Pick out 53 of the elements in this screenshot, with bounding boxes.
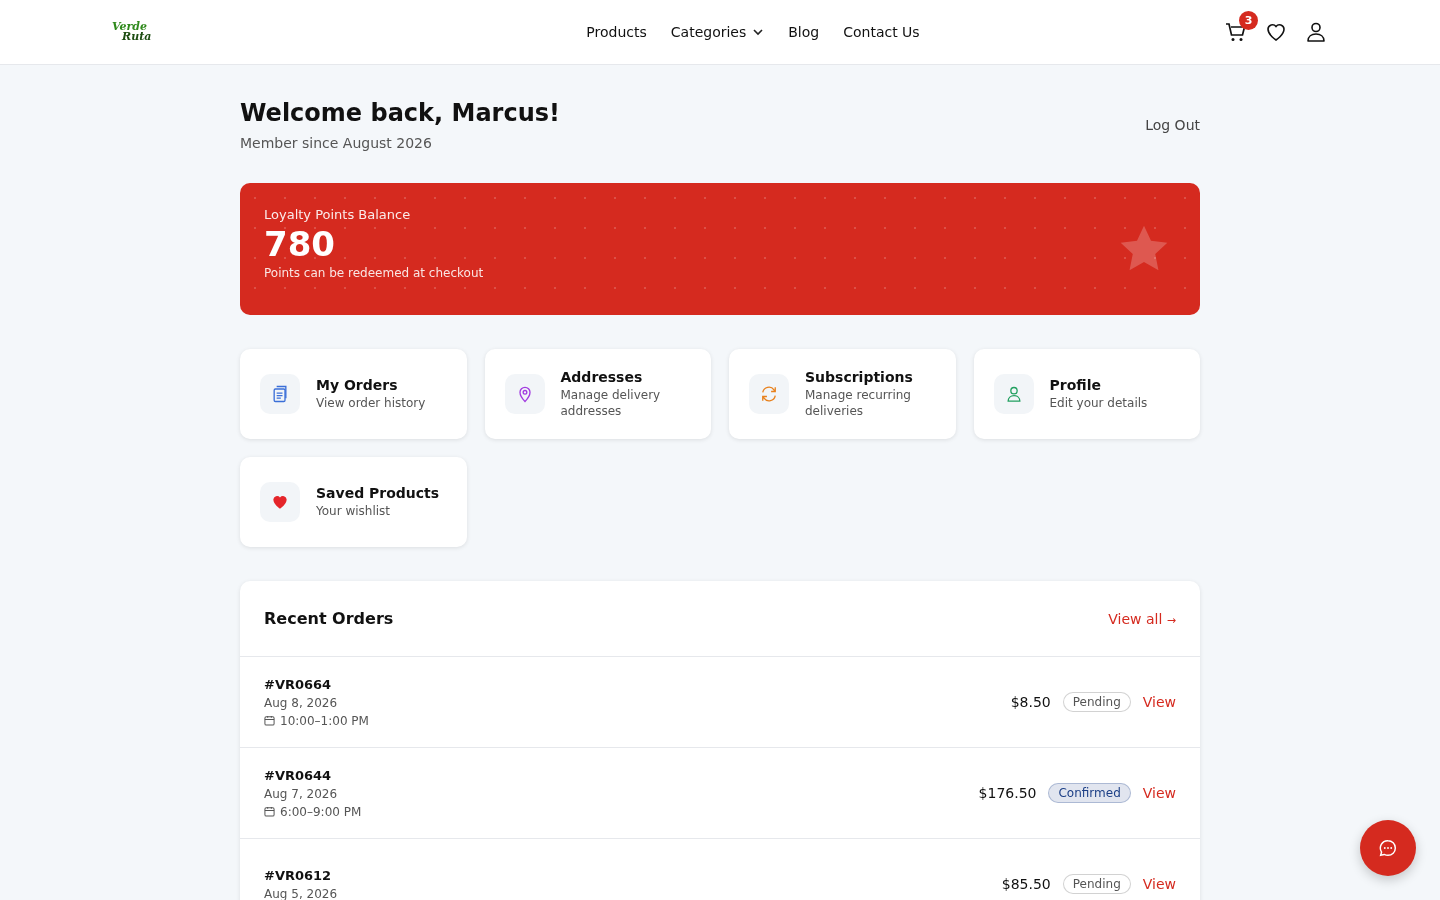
- order-total: $85.50: [1001, 876, 1051, 892]
- recent-orders-heading: Recent Orders: [264, 609, 394, 628]
- chat-bubble-icon: [1377, 837, 1399, 859]
- card-subtitle: Manage recurring deliveries: [805, 387, 912, 419]
- card-subtitle: Edit your details: [1049, 395, 1148, 411]
- view-all-link[interactable]: View all →: [1108, 610, 1176, 627]
- account-card[interactable]: Subscriptions Manage recurring deliveries: [729, 349, 956, 439]
- welcome-heading: Welcome back, Marcus!: [240, 99, 560, 127]
- nav-link[interactable]: Products: [586, 24, 647, 40]
- order-total: $8.50: [1010, 694, 1051, 710]
- card-title: Profile: [1049, 377, 1102, 393]
- status-badge: Pending: [1062, 692, 1131, 712]
- nav-link[interactable]: Blog: [788, 24, 820, 40]
- logout-link[interactable]: Log Out: [1145, 117, 1200, 133]
- calendar-icon: [264, 715, 275, 726]
- logo[interactable]: Verde Ruta: [112, 22, 162, 42]
- order-number: #VR0644: [264, 767, 333, 783]
- calendar-icon: [264, 806, 275, 817]
- loyalty-label: Loyalty Points Balance: [264, 207, 412, 222]
- view-order-link[interactable]: View: [1142, 876, 1176, 892]
- card-subtitle: View order history: [316, 395, 426, 411]
- account-card[interactable]: Saved Products Your wishlist: [240, 457, 467, 547]
- order-number: #VR0612: [264, 867, 333, 883]
- user-icon[interactable]: [1304, 20, 1328, 44]
- card-title: My Orders: [316, 377, 399, 393]
- nav-link[interactable]: Categories: [670, 24, 765, 40]
- account-card[interactable]: Profile Edit your details: [973, 349, 1200, 439]
- delivery-time: 6:00–9:00 PM: [280, 804, 362, 819]
- delivery-time: 10:00–1:00 PM: [280, 713, 369, 728]
- cart-count-badge: 3: [1239, 11, 1258, 30]
- order-date: Aug 5, 2026: [264, 886, 338, 900]
- view-order-link[interactable]: View: [1142, 694, 1176, 710]
- card-title: Saved Products: [316, 485, 440, 501]
- member-since-text: Member since August 2026: [240, 135, 433, 151]
- chat-button[interactable]: [1360, 820, 1416, 876]
- status-badge: Confirmed: [1048, 783, 1131, 803]
- order-number: #VR0664: [264, 676, 333, 692]
- order-total: $176.50: [978, 785, 1037, 801]
- account-card[interactable]: Addresses Manage delivery addresses: [484, 349, 711, 439]
- card-title: Addresses: [560, 369, 644, 385]
- card-subtitle: Your wishlist: [316, 503, 392, 519]
- card-title: Subscriptions: [805, 369, 914, 385]
- account-card[interactable]: My Orders View order history: [240, 349, 467, 439]
- card-subtitle: Manage delivery addresses: [560, 387, 662, 419]
- refresh-icon: [759, 384, 779, 404]
- cart-button[interactable]: 3: [1224, 11, 1258, 44]
- order-date: Aug 8, 2026: [264, 695, 339, 710]
- loyalty-note: Points can be redeemed at checkout: [264, 266, 485, 280]
- view-order-link[interactable]: View: [1142, 785, 1176, 801]
- points-value: 780: [264, 224, 335, 264]
- nav-link[interactable]: Contact Us: [843, 24, 920, 40]
- status-badge: Pending: [1062, 874, 1131, 894]
- order-date: Aug 7, 2026: [264, 786, 339, 801]
